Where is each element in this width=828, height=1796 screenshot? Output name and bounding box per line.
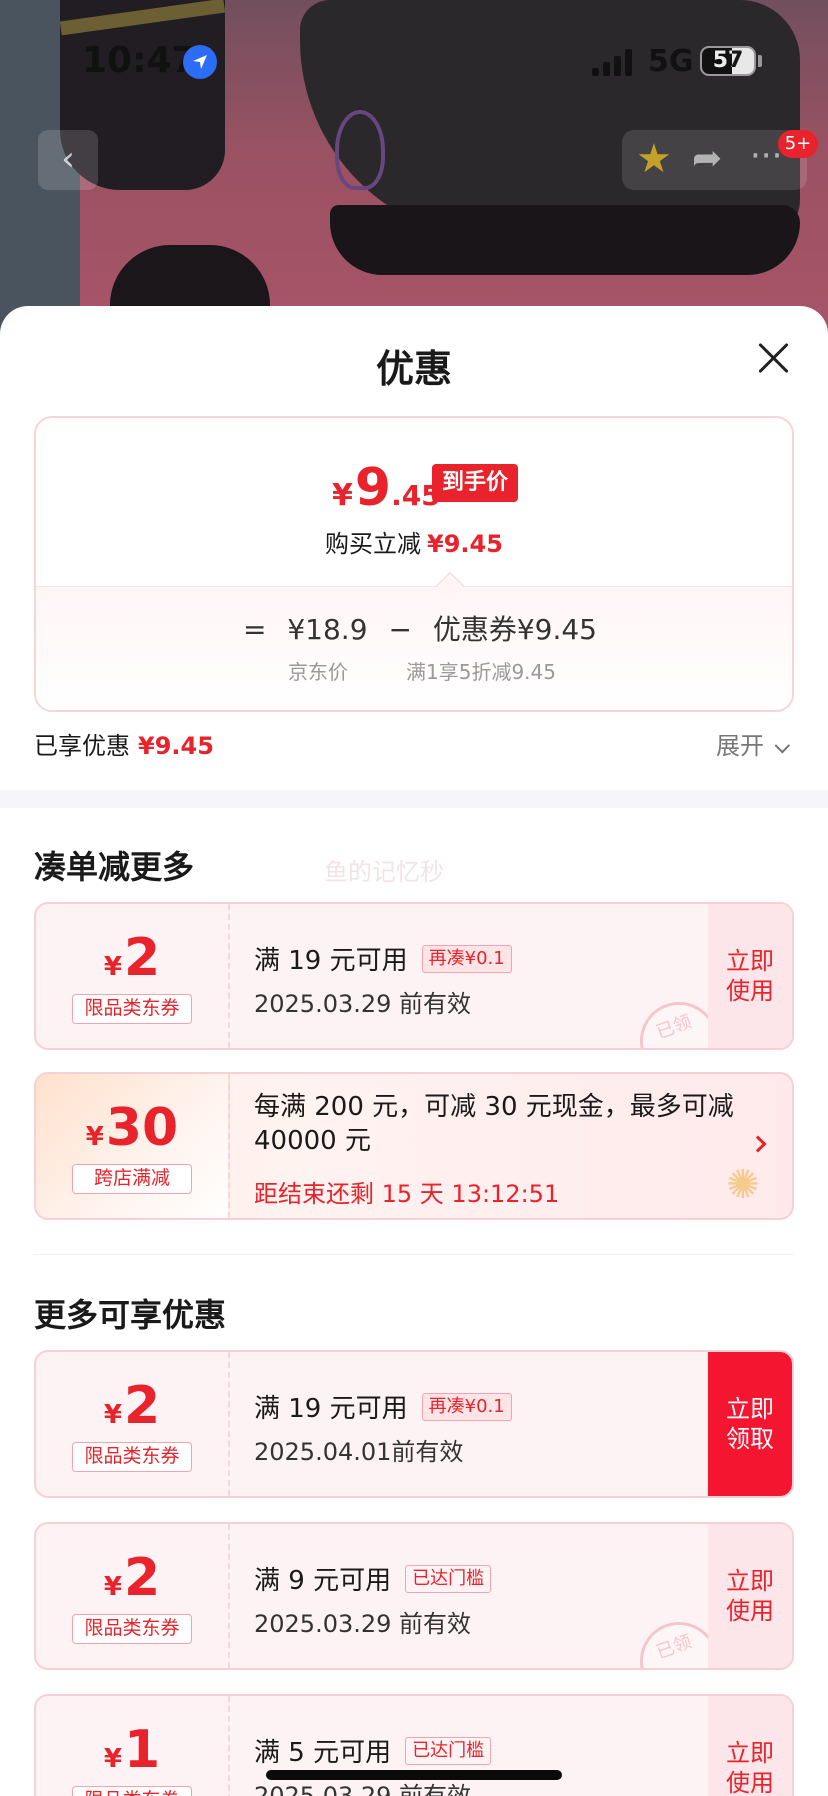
- coupon-category: 限品类东券: [72, 1614, 192, 1644]
- formula-minus: −: [388, 613, 412, 646]
- coupon-expiry: 2025.03.29 前有效: [254, 1610, 472, 1638]
- coupon-category: 限品类东券: [72, 1442, 192, 1472]
- coupon-card: ¥1 限品类东券 满 5 元可用 已达门槛 2025.03.29 前有效 立即使…: [34, 1694, 794, 1796]
- coupon-label: 优惠券: [432, 613, 517, 646]
- status-time: 10:47: [82, 40, 197, 81]
- coupon-card: ¥2 限品类东券 满 19 元可用 再凑¥0.1 2025.03.29 前有效 …: [34, 902, 794, 1050]
- coupon-value: ¥9.45: [516, 613, 597, 646]
- section-divider: [0, 790, 828, 808]
- use-now-button[interactable]: 立即使用: [708, 1524, 792, 1668]
- use-now-button[interactable]: 立即使用: [708, 904, 792, 1048]
- final-price: ¥ 9 .45: [332, 458, 441, 518]
- coupon-condition-text: 满 5 元可用: [254, 1738, 392, 1768]
- coupon-amount: ¥2: [36, 1548, 228, 1608]
- status-bar: 10:47 5G 57: [0, 0, 828, 120]
- section-title-more-offers: 更多可享优惠: [34, 1296, 227, 1334]
- claim-now-button[interactable]: 立即领取: [708, 1352, 792, 1496]
- promo-amount: ¥30: [36, 1098, 228, 1158]
- jd-price-label: 京东价: [288, 660, 348, 684]
- home-indicator[interactable]: [266, 1770, 562, 1780]
- coupon-condition: 满 19 元可用 再凑¥0.1: [254, 1388, 512, 1425]
- cross-store-promo-card[interactable]: ¥30 跨店满减 每满 200 元，可减 30 元现金，最多可减 40000 元…: [34, 1072, 794, 1220]
- coupon-expiry: 2025.03.29 前有效: [254, 990, 472, 1018]
- coupon-card: ¥2 限品类东券 满 9 元可用 已达门槛 2025.03.29 前有效 已领 …: [34, 1522, 794, 1670]
- coupon-rule: 满1享5折减9.45: [406, 660, 556, 684]
- coupon-yen: ¥: [103, 1400, 122, 1430]
- promo-amount-number: 30: [105, 1098, 179, 1158]
- coupon-category: 限品类东券: [72, 994, 192, 1024]
- discount-sheet: 优惠 ¥ 9 .45 到手价 购买立减 ¥9.45 = ¥18.9 − 优惠券¥9…: [0, 306, 828, 1796]
- price-summary-card: ¥ 9 .45 到手价 购买立减 ¥9.45 = ¥18.9 − 优惠券¥9.45…: [34, 416, 794, 712]
- instant-discount-line: 购买立减 ¥9.45: [36, 524, 792, 559]
- coupon-yen: ¥: [103, 952, 122, 982]
- final-price-int: 9: [354, 458, 392, 518]
- close-icon[interactable]: [756, 340, 792, 376]
- coupon-expiry: 2025.04.01前有效: [254, 1438, 464, 1466]
- sheet-title: 优惠: [375, 347, 452, 391]
- coupon-condition-text: 满 9 元可用: [254, 1566, 392, 1596]
- coupon-value-panel: ¥2 限品类东券: [36, 1524, 230, 1668]
- enjoyed-discount: 已享优惠 ¥9.45: [34, 726, 214, 761]
- coupon-yen: ¥: [103, 1744, 122, 1774]
- battery-nub: [758, 55, 762, 67]
- star-icon[interactable]: ★: [636, 136, 672, 182]
- network-type: 5G: [648, 44, 694, 79]
- coupon-condition-text: 满 19 元可用: [254, 946, 408, 976]
- coupon-amount: ¥1: [36, 1720, 228, 1780]
- location-arrow-icon: [183, 45, 217, 79]
- jd-price: ¥18.9: [287, 613, 368, 646]
- coupon-amount: ¥2: [36, 1376, 228, 1436]
- coupon-amount-number: 2: [123, 928, 161, 988]
- enjoyed-value: ¥9.45: [138, 732, 214, 760]
- price-breakdown-area: [36, 586, 792, 710]
- share-icon[interactable]: ➦: [692, 138, 722, 179]
- coupon-category: 限品类东券: [72, 1786, 192, 1796]
- promo-category: 跨店满减: [72, 1164, 192, 1194]
- coupon-condition-text: 满 19 元可用: [254, 1394, 408, 1424]
- instant-discount-value: ¥9.45: [427, 530, 503, 558]
- instant-discount-label: 购买立减: [325, 530, 422, 558]
- battery-percent: 57: [712, 48, 744, 73]
- coupon-value-panel: ¥1 限品类东券: [36, 1696, 230, 1796]
- watermark: 鱼的记忆秒: [324, 858, 444, 886]
- expand-label: 展开: [716, 732, 764, 760]
- coupon-amount-number: 1: [123, 1720, 161, 1780]
- section-title-more-savings: 凑单减更多: [34, 848, 195, 886]
- back-button[interactable]: ‹: [38, 130, 98, 190]
- battery-icon: 57: [700, 46, 756, 76]
- chevron-right-icon: [749, 1135, 767, 1153]
- cellular-signal-icon: [592, 48, 634, 76]
- coupon-tag: 再凑¥0.1: [421, 944, 512, 973]
- expand-button[interactable]: 展开: [716, 726, 791, 761]
- coupon-amount-number: 2: [123, 1376, 161, 1436]
- coupon-yen: ¥: [103, 1572, 122, 1602]
- promo-countdown: 距结束还剩 15 天 13:12:51: [254, 1180, 560, 1208]
- coupon-tag: 已达门槛: [405, 1564, 492, 1593]
- sparkle-icon: ✺: [726, 1162, 760, 1208]
- chevron-down-icon: [774, 737, 791, 754]
- promo-value-panel: ¥30 跨店满减: [36, 1074, 230, 1218]
- coupon-card: ¥2 限品类东券 满 19 元可用 再凑¥0.1 2025.04.01前有效 立…: [34, 1350, 794, 1498]
- use-now-button[interactable]: 立即使用: [708, 1696, 792, 1796]
- coupon-value-panel: ¥2 限品类东券: [36, 904, 230, 1048]
- final-price-yen: ¥: [332, 478, 353, 513]
- coupon-tag: 已达门槛: [405, 1736, 492, 1765]
- coupon-tag: 再凑¥0.1: [421, 1392, 512, 1421]
- enjoyed-label: 已享优惠: [34, 732, 130, 760]
- divider: [34, 1254, 794, 1255]
- coupon-value-panel: ¥2 限品类东券: [36, 1352, 230, 1496]
- promo-description: 每满 200 元，可减 30 元现金，最多可减 40000 元: [254, 1092, 734, 1156]
- coupon-condition: 满 19 元可用 再凑¥0.1: [254, 940, 512, 977]
- final-price-tag: 到手价: [432, 464, 519, 502]
- promo-yen: ¥: [85, 1122, 104, 1152]
- coupon-amount-number: 2: [123, 1548, 161, 1608]
- price-formula: = ¥18.9 − 优惠券¥9.45: [36, 608, 792, 648]
- coupon-amount: ¥2: [36, 928, 228, 988]
- formula-equals: =: [242, 613, 267, 646]
- coupon-condition: 满 9 元可用 已达门槛: [254, 1560, 492, 1597]
- coupon-condition: 满 5 元可用 已达门槛: [254, 1732, 492, 1769]
- cart-badge: 5+: [778, 130, 818, 158]
